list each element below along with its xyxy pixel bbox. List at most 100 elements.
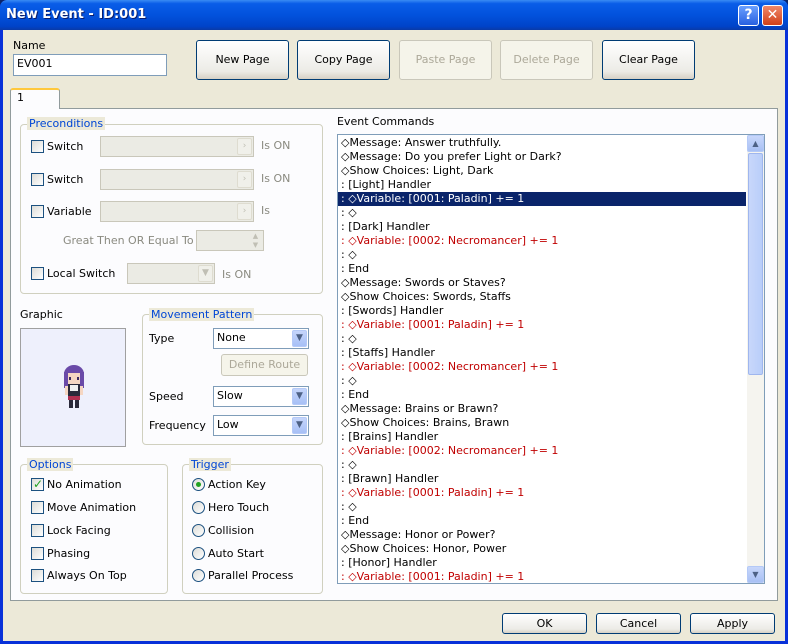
command-line[interactable]: ◇Message: Do you prefer Light or Dark?: [341, 150, 562, 164]
move-animation-checkbox[interactable]: [31, 501, 44, 514]
command-line[interactable]: : ◇: [341, 458, 357, 472]
command-line[interactable]: : ◇Variable: [0001: Paladin] += 1: [341, 318, 524, 332]
parallel-process-label: Parallel Process: [208, 569, 294, 582]
clear-page-button[interactable]: Clear Page: [602, 40, 695, 80]
switch2-select[interactable]: ›: [100, 169, 254, 190]
command-line[interactable]: ◇Show Choices: Honor, Power: [341, 542, 506, 556]
local-switch-select[interactable]: ▼: [127, 263, 215, 284]
command-line[interactable]: ◇Show Choices: Brains, Brawn: [341, 416, 509, 430]
command-line[interactable]: ◇Message: Answer truthfully.: [341, 136, 501, 150]
title-bar[interactable]: New Event - ID:001 ? ✕: [0, 0, 788, 30]
frequency-label: Frequency: [149, 419, 206, 432]
spin-down-icon[interactable]: ▼: [249, 241, 262, 250]
tab-page-1[interactable]: 1: [10, 88, 60, 109]
no-animation-label: No Animation: [47, 478, 122, 491]
command-line[interactable]: : ◇Variable: [0001: Paladin] += 1: [341, 486, 524, 500]
local-switch-label: Local Switch: [47, 267, 116, 280]
always-on-top-checkbox[interactable]: [31, 569, 44, 582]
command-line[interactable]: ◇Message: Swords or Staves?: [341, 276, 506, 290]
command-line[interactable]: : [Dark] Handler: [341, 220, 430, 234]
command-line[interactable]: : ◇: [341, 332, 357, 346]
movement-pattern-title: Movement Pattern: [149, 308, 255, 321]
frequency-value: Low: [217, 418, 239, 431]
character-sprite-icon: [64, 365, 84, 408]
type-select[interactable]: None ▼: [213, 328, 309, 349]
hero-touch-label: Hero Touch: [208, 501, 270, 514]
scroll-up-icon[interactable]: ▲: [747, 135, 764, 152]
command-line[interactable]: : [Swords] Handler: [341, 304, 443, 318]
switch1-select[interactable]: ›: [100, 136, 254, 157]
local-switch-checkbox[interactable]: [31, 267, 44, 280]
scroll-down-icon[interactable]: ▼: [747, 566, 764, 583]
frequency-select[interactable]: Low ▼: [213, 415, 309, 436]
close-icon[interactable]: ✕: [762, 5, 783, 26]
command-line[interactable]: : ◇: [341, 206, 357, 220]
radio-dot-icon: [196, 482, 201, 487]
hero-touch-radio[interactable]: [192, 501, 205, 514]
switch1-label: Switch: [47, 140, 84, 153]
cancel-button[interactable]: Cancel: [596, 613, 681, 634]
type-label: Type: [149, 332, 175, 345]
speed-label: Speed: [149, 390, 184, 403]
paste-page-button[interactable]: Paste Page: [399, 40, 492, 80]
chevron-down-icon: ▼: [198, 265, 213, 282]
chevron-right-icon: ›: [237, 138, 252, 155]
define-route-button[interactable]: Define Route: [221, 354, 308, 376]
speed-value: Slow: [217, 389, 243, 402]
switch1-checkbox[interactable]: [31, 140, 44, 153]
ok-button[interactable]: OK: [502, 613, 587, 634]
help-icon[interactable]: ?: [738, 5, 759, 26]
chevron-right-icon: ›: [237, 171, 252, 188]
command-line[interactable]: : End: [341, 262, 369, 276]
commands-scrollbar[interactable]: ▲ ▼: [747, 135, 764, 583]
tab-label: 1: [17, 91, 24, 104]
parallel-process-radio[interactable]: [192, 569, 205, 582]
command-line[interactable]: : ◇Variable: [0001: Paladin] += 1: [341, 570, 524, 583]
command-line[interactable]: ◇Message: Honor or Power?: [341, 528, 495, 542]
gte-stepper[interactable]: ▲ ▼: [196, 230, 264, 251]
switch1-suffix: Is ON: [261, 139, 291, 152]
new-page-button[interactable]: New Page: [196, 40, 289, 80]
action-key-radio[interactable]: [192, 478, 205, 491]
graphic-preview[interactable]: [20, 328, 126, 447]
command-line[interactable]: : ◇Variable: [0002: Necromancer] += 1: [341, 444, 558, 458]
graphic-label: Graphic: [20, 308, 63, 321]
lock-facing-checkbox[interactable]: [31, 524, 44, 537]
variable-select[interactable]: ›: [100, 201, 254, 222]
command-line[interactable]: : ◇Variable: [0001: Paladin] += 1: [338, 192, 746, 206]
spin-up-icon[interactable]: ▲: [249, 232, 262, 241]
auto-start-radio[interactable]: [192, 547, 205, 560]
switch2-checkbox[interactable]: [31, 173, 44, 186]
command-line[interactable]: : [Brains] Handler: [341, 430, 438, 444]
no-animation-checkbox[interactable]: ✓: [31, 477, 44, 491]
command-line[interactable]: : ◇Variable: [0002: Necromancer] += 1: [341, 360, 558, 374]
name-field[interactable]: EV001: [13, 54, 167, 76]
command-line[interactable]: ◇Show Choices: Light, Dark: [341, 164, 493, 178]
command-line[interactable]: : ◇: [341, 500, 357, 514]
command-line[interactable]: : [Staffs] Handler: [341, 346, 435, 360]
command-line[interactable]: : ◇Variable: [0002: Necromancer] += 1: [341, 234, 558, 248]
event-commands-list[interactable]: ◇Message: Answer truthfully. ◇Message: Do…: [337, 134, 765, 584]
command-line[interactable]: ◇Message: Brains or Brawn?: [341, 402, 498, 416]
collision-radio[interactable]: [192, 524, 205, 537]
lock-facing-label: Lock Facing: [47, 524, 111, 537]
delete-page-button[interactable]: Delete Page: [500, 40, 593, 80]
variable-checkbox[interactable]: [31, 205, 44, 218]
dialog-client-area: Name EV001 New Page Copy Page Paste Page…: [3, 30, 785, 641]
command-line[interactable]: : End: [341, 388, 369, 402]
scroll-thumb[interactable]: [748, 153, 763, 375]
command-line[interactable]: : ◇: [341, 248, 357, 262]
variable-suffix: Is: [261, 204, 270, 217]
command-line[interactable]: : End: [341, 514, 369, 528]
copy-page-button[interactable]: Copy Page: [297, 40, 390, 80]
command-line[interactable]: ◇Show Choices: Swords, Staffs: [341, 290, 511, 304]
command-line[interactable]: : [Light] Handler: [341, 178, 431, 192]
command-line[interactable]: : [Brawn] Handler: [341, 472, 438, 486]
trigger-title: Trigger: [189, 458, 231, 471]
phasing-checkbox[interactable]: [31, 547, 44, 560]
phasing-label: Phasing: [47, 547, 91, 560]
command-line[interactable]: : ◇: [341, 374, 357, 388]
speed-select[interactable]: Slow ▼: [213, 386, 309, 407]
apply-button[interactable]: Apply: [690, 613, 775, 634]
command-line[interactable]: : [Honor] Handler: [341, 556, 437, 570]
